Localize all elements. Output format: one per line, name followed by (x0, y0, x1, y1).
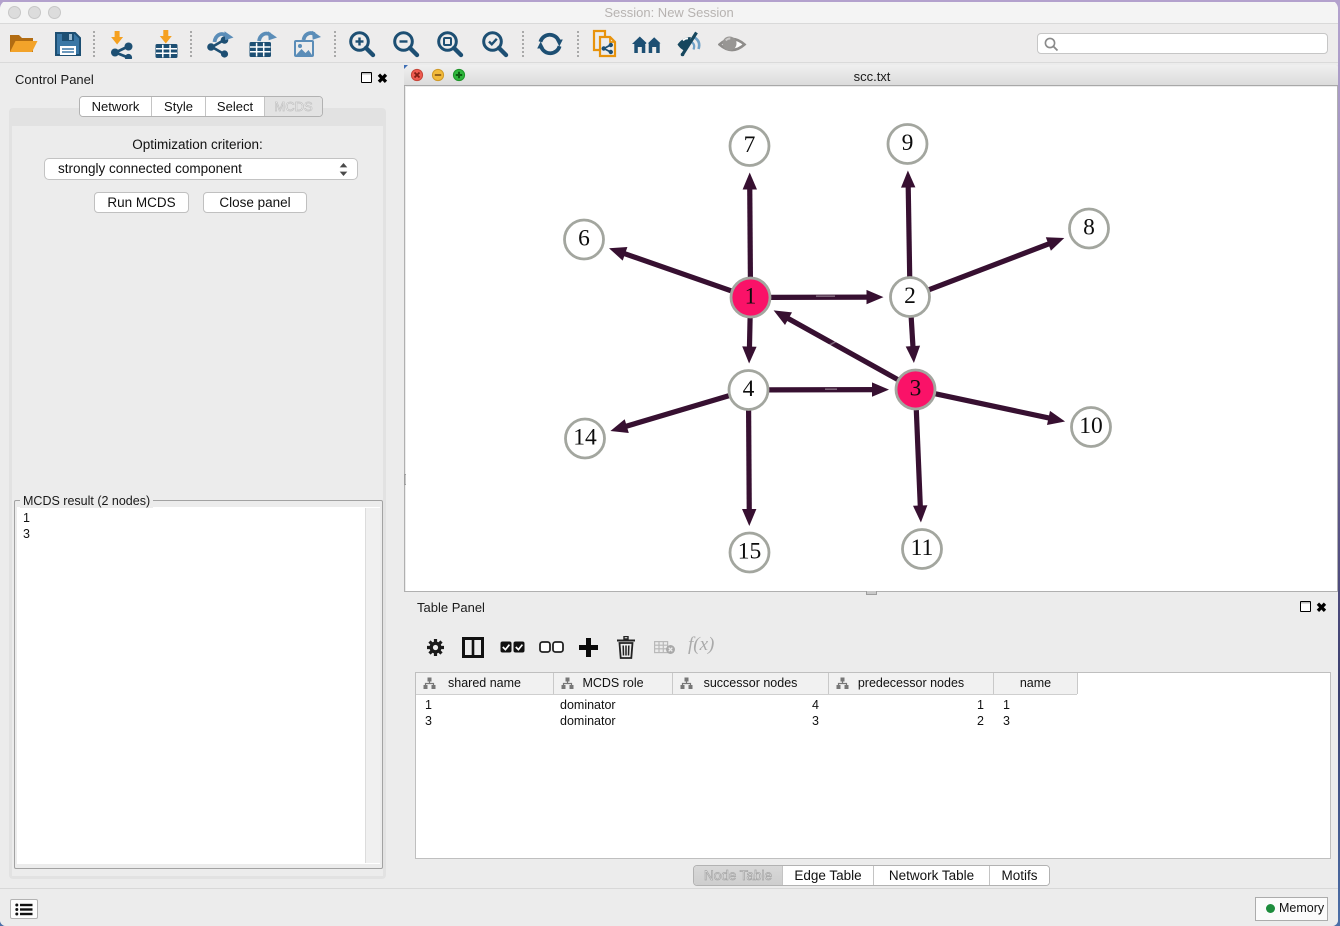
svg-text:10: 10 (1079, 413, 1103, 439)
svg-text:14: 14 (573, 424, 597, 450)
svg-text:7: 7 (744, 132, 756, 158)
svg-text:15: 15 (738, 538, 762, 564)
svg-text:3: 3 (910, 375, 922, 401)
svg-text:1: 1 (745, 283, 757, 309)
svg-text:11: 11 (911, 535, 934, 561)
svg-text:2: 2 (904, 283, 916, 309)
svg-text:6: 6 (578, 225, 590, 251)
svg-text:9: 9 (902, 130, 914, 156)
svg-text:4: 4 (743, 376, 755, 402)
svg-text:8: 8 (1083, 214, 1095, 240)
